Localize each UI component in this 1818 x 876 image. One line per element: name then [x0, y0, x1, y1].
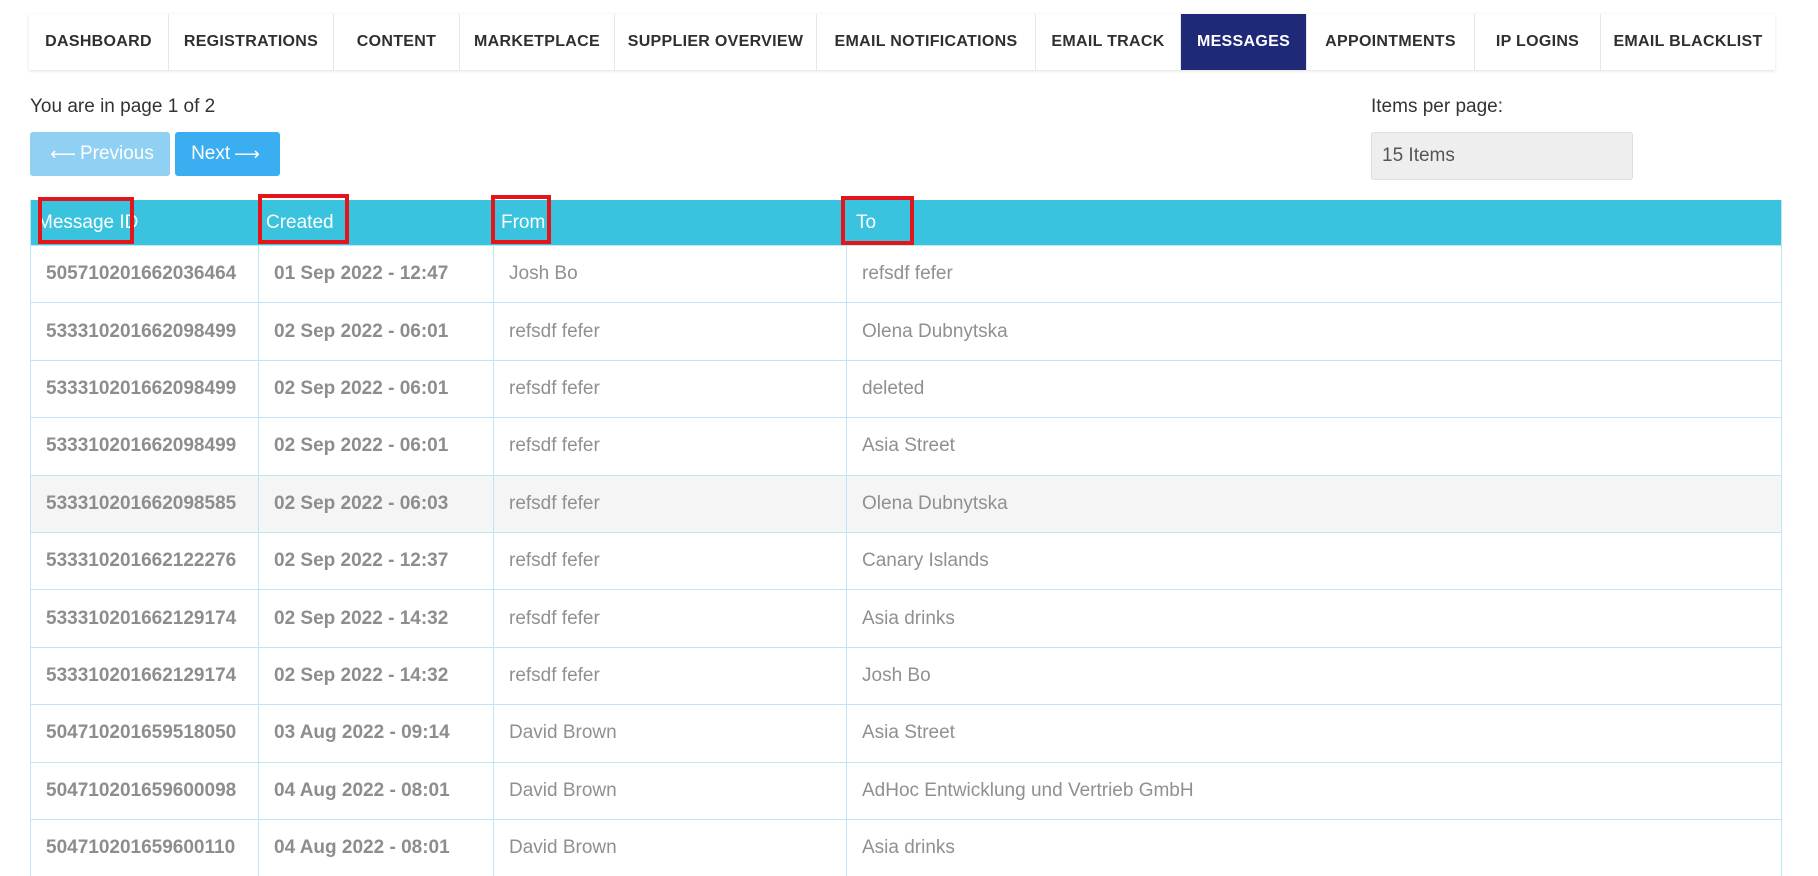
previous-page-button[interactable]: ⟵ Previous [30, 132, 170, 176]
column-header-message-id[interactable]: Message ID [31, 197, 258, 245]
cell-from: David Brown [493, 762, 846, 819]
table-row[interactable]: 533310201662122276 02 Sep 2022 - 12:37 ref… [31, 531, 1781, 590]
cell-to: Asia drinks [846, 590, 1781, 647]
cell-created: 04 Aug 2022 - 08:01 [258, 819, 493, 876]
cell-to: Asia Street [846, 418, 1781, 475]
cell-message-id: 533310201662098499 [46, 320, 237, 342]
tab-messages[interactable]: MESSAGES [1181, 14, 1307, 70]
cell-from: refsdf fefer [493, 532, 846, 590]
tab-marketplace[interactable]: MARKETPLACE [460, 14, 615, 70]
tab-email-blacklist[interactable]: EMAIL BLACKLIST [1601, 14, 1775, 70]
cell-to: Josh Bo [846, 647, 1781, 705]
cell-message-id: 533310201662098499 [46, 435, 237, 457]
cell-from: David Brown [493, 705, 846, 762]
cell-from: refsdf fefer [493, 475, 846, 532]
cell-created: 03 Aug 2022 - 09:14 [258, 705, 493, 762]
cell-message-id: 533310201662129174 [46, 607, 237, 629]
page-indicator: You are in page 1 of 2 [30, 96, 216, 117]
cell-from: Josh Bo [493, 246, 846, 303]
tab-supplier-overview[interactable]: SUPPLIER OVERVIEW [615, 14, 817, 70]
cell-created: 02 Sep 2022 - 14:32 [258, 590, 493, 647]
cell-message-id: 504710201659600110 [46, 837, 236, 859]
table-row[interactable]: 533310201662098499 02 Sep 2022 - 06:01 ref… [31, 359, 1781, 418]
column-header-to[interactable]: To [841, 196, 1781, 245]
cell-message-id: 504710201659600098 [46, 779, 237, 801]
cell-created: 02 Sep 2022 - 06:01 [258, 303, 493, 360]
pager: ⟵ Previous Next ⟶ [30, 132, 280, 176]
cell-created: 02 Sep 2022 - 06:01 [258, 418, 493, 475]
cell-message-id: 504710201659518050 [46, 722, 237, 744]
cell-to: refsdf fefer [846, 246, 1781, 303]
cell-to: Olena Dubnytska [846, 475, 1781, 532]
highlight-box [38, 197, 134, 244]
messages-table: Message ID Created From To 5057102016620… [30, 194, 1782, 876]
tab-email-notifications[interactable]: EMAIL NOTIFICATIONS [817, 14, 1036, 70]
items-per-page-select[interactable]: 15 Items [1371, 132, 1633, 180]
cell-to: Asia Street [846, 705, 1781, 762]
cell-message-id: 505710201662036464 [46, 263, 237, 285]
cell-message-id: 533310201662122276 [46, 550, 237, 572]
cell-created: 02 Sep 2022 - 14:32 [258, 647, 493, 705]
cell-message-id: 533310201662098585 [46, 492, 237, 514]
cell-from: refsdf fefer [493, 360, 846, 418]
cell-from: refsdf fefer [493, 647, 846, 705]
highlight-box [258, 194, 349, 244]
cell-to: Olena Dubnytska [846, 303, 1781, 360]
table-row[interactable]: 504710201659518050 03 Aug 2022 - 09:14 Dav… [31, 704, 1781, 762]
arrow-right-icon: ⟶ [234, 143, 260, 164]
highlight-box [491, 195, 551, 244]
cell-created: 02 Sep 2022 - 12:37 [258, 532, 493, 590]
cell-to: AdHoc Entwicklung und Vertrieb GmbH [846, 762, 1781, 819]
cell-to: Asia drinks [846, 819, 1781, 876]
table-row[interactable]: 533310201662098585 02 Sep 2022 - 06:03 ref… [31, 474, 1781, 532]
cell-from: refsdf fefer [493, 418, 846, 475]
table-header: Message ID Created From To [31, 194, 1781, 245]
previous-label: Previous [79, 143, 154, 164]
table-row[interactable]: 533310201662098499 02 Sep 2022 - 06:01 ref… [31, 417, 1781, 475]
items-per-page-label: Items per page: [1371, 96, 1504, 117]
table-row[interactable]: 504710201659600098 04 Aug 2022 - 08:01 Dav… [31, 761, 1781, 819]
cell-message-id: 533310201662129174 [46, 664, 237, 686]
tab-appointments[interactable]: APPOINTMENTS [1307, 14, 1475, 70]
cell-to: Canary Islands [846, 532, 1781, 590]
table-row[interactable]: 533310201662129174 02 Sep 2022 - 14:32 ref… [31, 589, 1781, 647]
column-header-created[interactable]: Created [258, 194, 493, 245]
table-body: 505710201662036464 01 Sep 2022 - 12:47 Jos… [31, 245, 1781, 876]
cell-created: 04 Aug 2022 - 08:01 [258, 762, 493, 819]
column-header-from[interactable]: From [491, 195, 846, 245]
table-row[interactable]: 533310201662098499 02 Sep 2022 - 06:01 ref… [31, 302, 1781, 360]
cell-created: 02 Sep 2022 - 06:03 [258, 475, 493, 532]
next-label: Next [191, 143, 231, 164]
table-row[interactable]: 505710201662036464 01 Sep 2022 - 12:47 Jos… [31, 245, 1781, 303]
tab-ip-logins[interactable]: IP LOGINS [1475, 14, 1601, 70]
cell-from: refsdf fefer [493, 303, 846, 360]
table-row[interactable]: 504710201659600110 04 Aug 2022 - 08:01 Dav… [31, 818, 1781, 876]
next-page-button[interactable]: Next ⟶ [175, 132, 280, 176]
tab-email-track[interactable]: EMAIL TRACK [1036, 14, 1181, 70]
cell-created: 01 Sep 2022 - 12:47 [258, 246, 493, 303]
tab-dashboard[interactable]: DASHBOARD [29, 14, 169, 70]
cell-to: deleted [846, 360, 1781, 418]
tab-registrations[interactable]: REGISTRATIONS [169, 14, 334, 70]
arrow-left-icon: ⟵ [50, 143, 76, 164]
table-row[interactable]: 533310201662129174 02 Sep 2022 - 14:32 ref… [31, 646, 1781, 705]
cell-created: 02 Sep 2022 - 06:01 [258, 360, 493, 418]
cell-from: David Brown [493, 819, 846, 876]
tab-content[interactable]: CONTENT [334, 14, 460, 70]
highlight-box [841, 196, 914, 245]
cell-from: refsdf fefer [493, 590, 846, 647]
cell-message-id: 533310201662098499 [46, 377, 237, 399]
top-nav-tabs: DASHBOARD REGISTRATIONS CONTENT MARKETPL… [29, 14, 1775, 70]
